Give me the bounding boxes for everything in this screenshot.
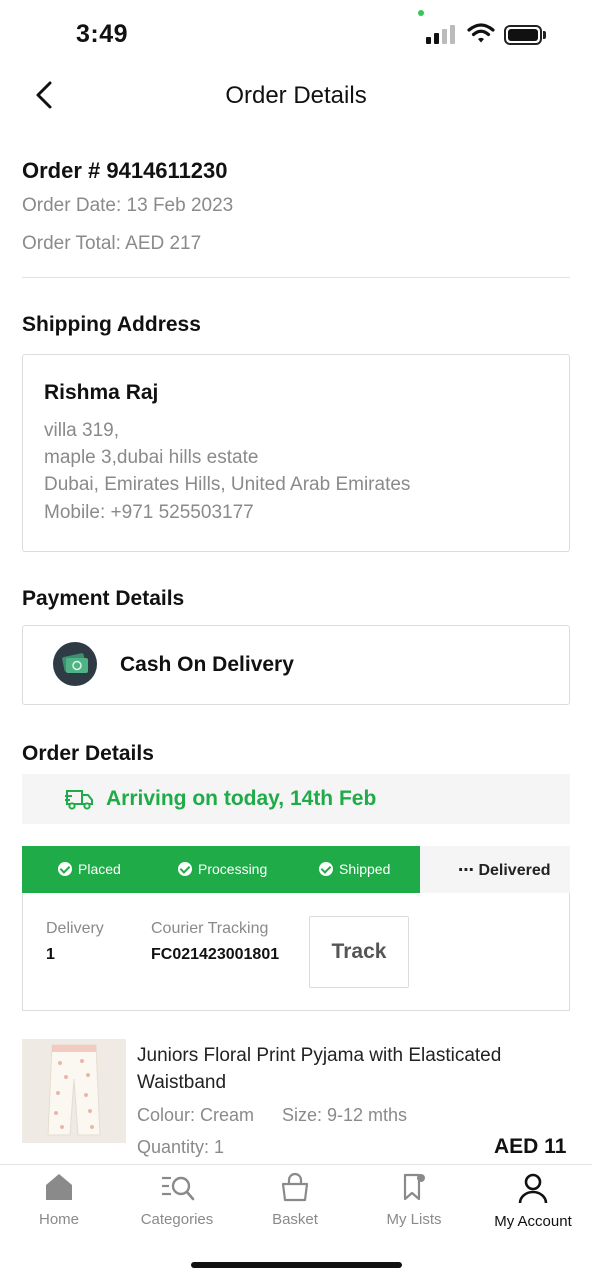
payment-card xyxy=(22,625,570,705)
battery-icon xyxy=(504,25,542,45)
home-indicator xyxy=(191,1262,402,1268)
nav-basket[interactable]: Basket xyxy=(236,1172,354,1228)
payment-section-title: Payment Details xyxy=(22,587,185,610)
nav-label: Categories xyxy=(140,1211,214,1228)
address-line-3: Dubai, Emirates Hills, United Arab Emira… xyxy=(44,474,411,495)
step-placed: Placed xyxy=(58,861,121,877)
delivery-truck-icon xyxy=(65,790,93,810)
check-circle-icon xyxy=(178,862,192,876)
nav-label: Basket xyxy=(272,1211,318,1228)
home-icon xyxy=(46,1174,72,1200)
product-name[interactable]: Juniors Floral Print Pyjama with Elastic… xyxy=(137,1042,557,1096)
courier-tracking-label: Courier Tracking xyxy=(151,920,269,937)
check-circle-icon xyxy=(319,862,333,876)
cash-icon xyxy=(53,642,97,686)
ellipsis-icon: ⋯ xyxy=(458,862,479,879)
nav-label: Home xyxy=(38,1211,79,1228)
nav-label: My Account xyxy=(494,1213,572,1230)
basket-icon xyxy=(281,1172,309,1202)
order-date: Order Date: 13 Feb 2023 xyxy=(22,195,234,216)
nav-home[interactable]: Home xyxy=(0,1172,118,1228)
order-number: Order # 9414611230 xyxy=(22,158,228,183)
step-processing: Processing xyxy=(178,861,267,877)
nav-categories[interactable]: Categories xyxy=(118,1172,236,1228)
product-size: Size: 9-12 mths xyxy=(282,1105,408,1125)
step-label: Shipped xyxy=(339,861,391,877)
step-delivered: ⋯ Delivered xyxy=(458,860,551,880)
check-circle-icon xyxy=(58,862,72,876)
arrival-text: Arriving on today, 14th Feb xyxy=(106,787,377,810)
divider xyxy=(22,277,570,278)
address-line-2: maple 3,dubai hills estate xyxy=(44,447,259,468)
categories-icon xyxy=(162,1176,195,1201)
shipping-section-title: Shipping Address xyxy=(22,313,201,336)
product-price: AED 11 xyxy=(494,1135,567,1158)
step-shipped: Shipped xyxy=(319,861,390,877)
product-colour: Colour: Cream xyxy=(137,1105,255,1125)
delivery-value: 1 xyxy=(46,946,55,963)
nav-label: My Lists xyxy=(386,1211,442,1228)
track-button[interactable]: Track xyxy=(309,916,409,988)
product-image[interactable] xyxy=(22,1039,126,1143)
account-icon xyxy=(518,1173,548,1204)
product-quantity: Quantity: 1 xyxy=(137,1137,225,1157)
privacy-indicator xyxy=(418,10,424,16)
step-label: Placed xyxy=(78,861,121,877)
nav-my-lists[interactable]: My Lists xyxy=(355,1172,473,1228)
status-time: 3:49 xyxy=(76,20,129,48)
mobile-number: Mobile: +971 525503177 xyxy=(44,502,254,523)
wifi-icon xyxy=(467,23,495,43)
delivery-label: Delivery xyxy=(46,920,104,937)
tracking-card xyxy=(22,893,570,1011)
step-label: Processing xyxy=(198,861,268,877)
payment-method: Cash On Delivery xyxy=(120,653,294,676)
step-label: Delivered xyxy=(478,862,551,879)
courier-tracking-number: FC021423001801 xyxy=(151,946,280,963)
order-details-section-title: Order Details xyxy=(22,742,154,765)
address-line-1: villa 319, xyxy=(44,420,119,441)
battery-tip xyxy=(543,31,546,39)
recipient-name: Rishma Raj xyxy=(44,381,159,404)
page-title: Order Details xyxy=(225,82,367,109)
bookmark-icon xyxy=(403,1173,425,1201)
nav-my-account[interactable]: My Account xyxy=(474,1172,592,1230)
order-total: Order Total: AED 217 xyxy=(22,233,202,254)
cellular-signal-icon xyxy=(426,25,455,44)
